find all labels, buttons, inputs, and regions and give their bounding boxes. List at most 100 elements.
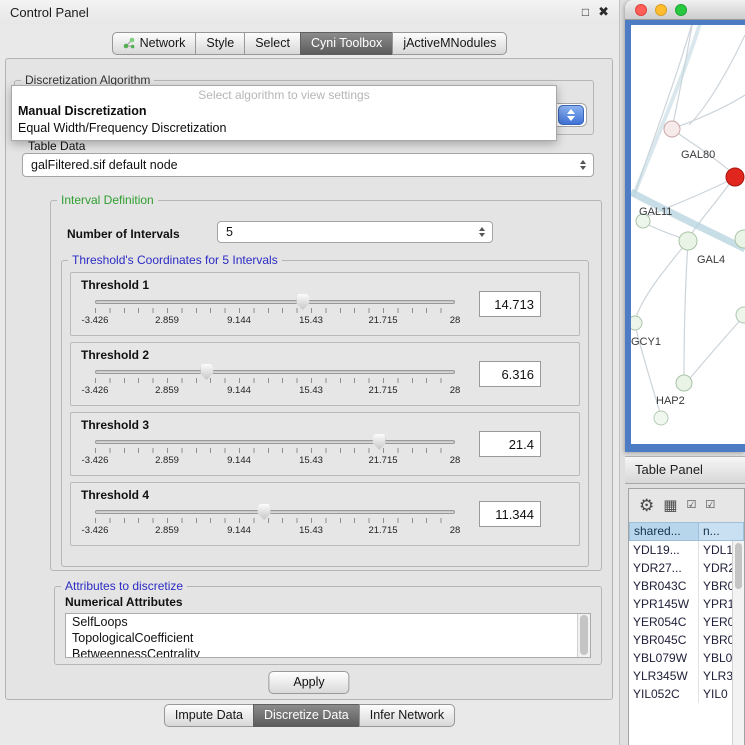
close-icon[interactable]: ✖ <box>598 6 609 18</box>
network-node[interactable] <box>664 121 680 137</box>
cell-shared-name[interactable]: YBR045C <box>629 631 699 649</box>
network-graph: GAL80 GAL11 GAL4 GCY1 HAP2 <box>631 25 745 444</box>
scale-label: 28 <box>450 455 461 466</box>
tab-jactivemnodules[interactable]: jActiveMNodules <box>392 32 507 55</box>
slider-scale: -3.426 2.859 9.144 15.43 21.715 28 <box>95 385 455 397</box>
popup-option-manual-discretization[interactable]: Manual Discretization <box>12 103 556 120</box>
numerical-attributes-label: Numerical Attributes <box>65 595 183 609</box>
tab-infer-network[interactable]: Infer Network <box>359 704 455 727</box>
threshold-label: Threshold 3 <box>81 418 149 432</box>
table-row[interactable]: YLR345W YLR3 <box>629 667 732 685</box>
threshold-value-field[interactable]: 11.344 <box>479 501 541 527</box>
cell-name[interactable]: YIL0 <box>699 687 732 701</box>
cell-name[interactable]: YBL0 <box>699 651 732 665</box>
network-node[interactable] <box>736 307 745 323</box>
network-node[interactable] <box>631 316 642 330</box>
table-scrollbar[interactable] <box>732 541 744 745</box>
cell-shared-name[interactable]: YER054C <box>629 613 699 631</box>
scale-label: 28 <box>450 525 461 536</box>
select-none-checkbox-icon[interactable]: ☑ <box>705 500 715 511</box>
select-all-checkbox-icon[interactable]: ☑ <box>686 500 696 511</box>
float-window-icon[interactable]: □ <box>582 6 589 18</box>
threshold-slider[interactable]: -3.426 2.859 9.144 15.43 21.715 28 <box>95 363 455 401</box>
table-row[interactable]: YPR145W YPR1 <box>629 595 732 613</box>
algorithm-dropdown-popup: Select algorithm to view settings Manual… <box>11 85 557 141</box>
combo-stepper-icon[interactable] <box>558 105 584 125</box>
cell-shared-name[interactable]: YPR145W <box>629 595 699 613</box>
threshold-label: Threshold 2 <box>81 348 149 362</box>
network-view-window: GAL80 GAL11 GAL4 GCY1 HAP2 <box>625 0 745 452</box>
threshold-value-field[interactable]: 6.316 <box>479 361 541 387</box>
cell-shared-name[interactable]: YBL079W <box>629 649 699 667</box>
cell-name[interactable]: YBR0 <box>699 579 732 593</box>
table-row[interactable]: YDR27... YDR2 <box>629 559 732 577</box>
cell-name[interactable]: YDR2 <box>699 561 732 575</box>
apply-button[interactable]: Apply <box>268 671 349 694</box>
tab-network[interactable]: Network <box>112 32 197 55</box>
tab-style[interactable]: Style <box>195 32 245 55</box>
tab-label: Infer Network <box>370 708 444 722</box>
cell-shared-name[interactable]: YDL19... <box>629 541 699 559</box>
threshold-value-field[interactable]: 21.4 <box>479 431 541 457</box>
app-root: Control Panel □ ✖ Network Style Select <box>0 0 745 745</box>
cell-shared-name[interactable]: YBR043C <box>629 577 699 595</box>
slider-track[interactable] <box>95 510 455 514</box>
number-of-intervals-select[interactable]: 5 <box>217 221 493 243</box>
tab-cyni-toolbox[interactable]: Cyni Toolbox <box>300 32 393 55</box>
tab-discretize-data[interactable]: Discretize Data <box>253 704 360 727</box>
slider-track[interactable] <box>95 440 455 444</box>
network-node-selected[interactable] <box>726 168 744 186</box>
column-header-shared-name[interactable]: shared... <box>629 522 699 541</box>
cell-shared-name[interactable]: YIL052C <box>629 685 699 703</box>
threshold-slider[interactable]: -3.426 2.859 9.144 15.43 21.715 28 <box>95 293 455 331</box>
scale-label: 28 <box>450 315 461 326</box>
list-item[interactable]: TopologicalCoefficient <box>66 630 590 646</box>
list-item[interactable]: SelfLoops <box>66 614 590 630</box>
cell-name[interactable]: YBR0 <box>699 633 732 647</box>
gear-icon[interactable]: ⚙ <box>639 497 654 514</box>
table-row[interactable]: YBR045C YBR0 <box>629 631 732 649</box>
cell-name[interactable]: YPR1 <box>699 597 732 611</box>
table-row[interactable]: YER054C YER0 <box>629 613 732 631</box>
stepper-arrows-icon <box>479 227 485 237</box>
popup-option-equal-width-frequency[interactable]: Equal Width/Frequency Discretization <box>12 120 556 137</box>
list-item[interactable]: BetweennessCentrality <box>66 646 590 658</box>
cell-shared-name[interactable]: YDR27... <box>629 559 699 577</box>
node-label: HAP2 <box>656 395 685 407</box>
network-canvas[interactable]: GAL80 GAL11 GAL4 GCY1 HAP2 <box>631 25 745 444</box>
threshold-value-field[interactable]: 14.713 <box>479 291 541 317</box>
network-node[interactable] <box>679 232 697 250</box>
network-node[interactable] <box>676 375 692 391</box>
network-node[interactable] <box>654 411 668 425</box>
slider-track[interactable] <box>95 370 455 374</box>
threshold-panel: Threshold 1 -3.426 2.859 9.144 15.43 <box>70 272 580 336</box>
table-row[interactable]: YBL079W YBL0 <box>629 649 732 667</box>
zoom-traffic-light-icon[interactable] <box>675 4 687 16</box>
slider-track[interactable] <box>95 300 455 304</box>
tab-impute-data[interactable]: Impute Data <box>164 704 254 727</box>
popup-hint: Select algorithm to view settings <box>12 86 556 103</box>
cell-shared-name[interactable]: YLR345W <box>629 667 699 685</box>
scale-label: 9.144 <box>227 525 251 536</box>
list-scrollbar[interactable] <box>577 614 590 657</box>
scrollbar-thumb[interactable] <box>735 543 742 589</box>
close-traffic-light-icon[interactable] <box>635 4 647 16</box>
cell-name[interactable]: YLR3 <box>699 669 732 683</box>
table-row[interactable]: YIL052C YIL0 <box>629 685 732 703</box>
cell-name[interactable]: YDL1 <box>699 543 732 557</box>
scrollbar-thumb[interactable] <box>580 615 588 655</box>
tab-label: Cyni Toolbox <box>311 36 382 50</box>
table-row[interactable]: YDL19... YDL1 <box>629 541 732 559</box>
threshold-slider[interactable]: -3.426 2.859 9.144 15.43 21.715 28 <box>95 433 455 471</box>
minimize-traffic-light-icon[interactable] <box>655 4 667 16</box>
threshold-slider[interactable]: -3.426 2.859 9.144 15.43 21.715 28 <box>95 503 455 541</box>
cell-name[interactable]: YER0 <box>699 615 732 629</box>
table-data-select[interactable]: galFiltered.sif default node <box>22 153 594 177</box>
tab-select[interactable]: Select <box>244 32 301 55</box>
scale-label: 21.715 <box>368 385 397 396</box>
table-row[interactable]: YBR043C YBR0 <box>629 577 732 595</box>
scale-label: 2.859 <box>155 385 179 396</box>
column-header-name[interactable]: n... <box>698 522 744 541</box>
slider-ticks <box>95 378 455 383</box>
columns-icon[interactable]: ▦ <box>663 498 677 513</box>
